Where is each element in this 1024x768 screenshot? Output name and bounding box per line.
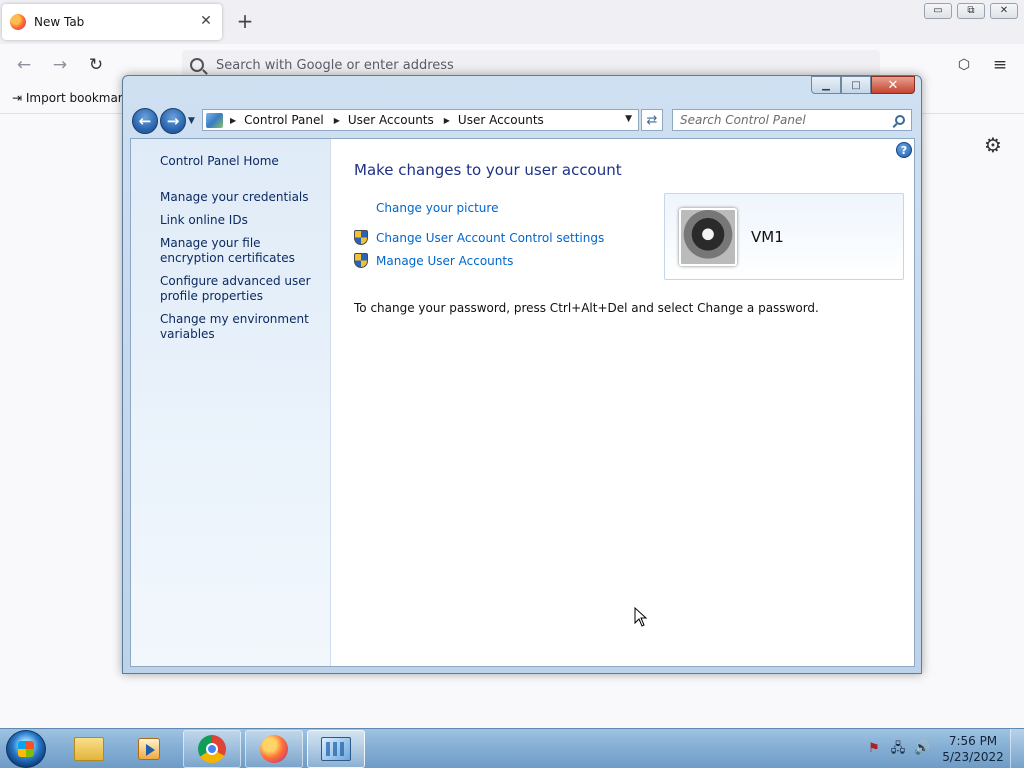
taskbar-chrome[interactable] <box>183 730 241 768</box>
change-uac-label[interactable]: Change User Account Control settings <box>376 231 604 245</box>
settings-gear-icon[interactable]: ⚙ <box>982 133 1004 157</box>
close-tab-icon[interactable]: ✕ <box>198 13 214 29</box>
action-center-flag-icon[interactable]: ⚑ <box>866 741 882 757</box>
password-info-text: To change your password, press Ctrl+Alt+… <box>354 301 819 315</box>
browser-close-button[interactable]: ✕ <box>990 3 1018 19</box>
search-box[interactable] <box>672 109 912 131</box>
uac-shield-icon <box>354 230 368 245</box>
sidebar-item-environment-variables[interactable]: Change my environment variables <box>160 312 325 342</box>
back-button[interactable]: ← <box>132 108 158 134</box>
search-input[interactable] <box>673 110 883 130</box>
show-desktop-button[interactable] <box>1010 729 1024 768</box>
chrome-icon <box>198 735 226 763</box>
import-bookmarks-link[interactable]: ⇥ Import bookmark <box>12 91 130 105</box>
browser-restore-button[interactable]: ⧉ <box>957 3 985 19</box>
page-title: Make changes to your user account <box>354 161 622 179</box>
address-bar[interactable]: ▶ Control Panel ▶ User Accounts ▶ User A… <box>202 109 639 131</box>
control-panel-window: ▁ □ ✕ ← → ▼ ▶ Control Panel ▶ User Accou… <box>122 75 922 674</box>
taskbar-windows-explorer[interactable] <box>60 730 118 768</box>
sidebar-item-control-panel-home[interactable]: Control Panel Home <box>160 154 325 169</box>
tab-title: New Tab <box>34 15 85 29</box>
browser-tab[interactable]: New Tab ✕ <box>2 4 222 40</box>
manage-user-accounts-link[interactable]: Manage User Accounts <box>354 253 513 268</box>
refresh-icon[interactable]: ⇄ <box>641 109 663 131</box>
firefox-favicon-icon <box>10 14 26 30</box>
volume-icon[interactable]: 🔊 <box>914 741 930 757</box>
start-button[interactable] <box>6 730 46 768</box>
new-tab-button[interactable]: + <box>234 10 256 32</box>
windows-logo-icon <box>18 741 34 757</box>
breadcrumb-user-accounts-current[interactable]: User Accounts <box>458 113 544 127</box>
search-icon[interactable] <box>895 115 905 125</box>
taskbar-firefox[interactable] <box>245 730 303 768</box>
close-button[interactable]: ✕ <box>871 76 915 94</box>
firefox-icon <box>260 735 288 763</box>
user-name: VM1 <box>751 228 784 246</box>
change-picture-link[interactable]: Change your picture <box>354 201 498 215</box>
help-icon[interactable]: ? <box>896 142 912 158</box>
browser-tab-bar: New Tab ✕ + ▭ ⧉ ✕ <box>0 0 1024 44</box>
control-panel-icon <box>206 112 223 128</box>
taskbar-control-panel[interactable] <box>307 730 365 768</box>
menu-icon[interactable]: ≡ <box>989 54 1011 76</box>
forward-button[interactable]: → <box>160 108 186 134</box>
reload-icon[interactable]: ↻ <box>85 54 107 76</box>
change-uac-settings-link[interactable]: Change User Account Control settings <box>354 230 604 245</box>
breadcrumb-separator-icon[interactable]: ▶ <box>334 116 340 125</box>
window-caption-buttons: ▁ □ ✕ <box>811 76 915 94</box>
control-panel-icon <box>321 737 351 761</box>
pocket-icon[interactable]: ⬡ <box>953 54 975 76</box>
taskbar: ⚑ 🖧 🔊 7:56 PM 5/23/2022 <box>0 728 1024 768</box>
clock-date: 5/23/2022 <box>942 750 1004 764</box>
breadcrumb-control-panel[interactable]: Control Panel <box>244 113 324 127</box>
change-picture-label[interactable]: Change your picture <box>376 201 498 215</box>
network-icon[interactable]: 🖧 <box>890 741 906 757</box>
user-account-card: VM1 <box>664 193 904 280</box>
clock-time: 7:56 PM <box>948 734 998 748</box>
main-panel: ? Make changes to your user account Chan… <box>331 139 914 666</box>
sidebar-item-manage-credentials[interactable]: Manage your credentials <box>160 190 325 205</box>
breadcrumb-separator-icon[interactable]: ▶ <box>444 116 450 125</box>
taskbar-media-player[interactable] <box>120 730 178 768</box>
folder-icon <box>74 737 104 761</box>
user-picture-avatar <box>679 208 737 266</box>
task-sidebar: Control Panel Home Manage your credentia… <box>131 139 331 666</box>
maximize-button[interactable]: □ <box>841 76 871 94</box>
back-arrow-icon[interactable]: ← <box>13 54 35 76</box>
url-placeholder[interactable]: Search with Google or enter address <box>216 58 454 73</box>
import-bookmarks-label: Import bookmark <box>25 91 130 105</box>
media-player-icon <box>138 738 160 760</box>
breadcrumb-user-accounts[interactable]: User Accounts <box>348 113 434 127</box>
sidebar-item-advanced-profile[interactable]: Configure advanced user profile properti… <box>160 274 325 304</box>
search-icon <box>190 58 204 72</box>
uac-shield-icon <box>354 253 368 268</box>
forward-arrow-icon[interactable]: → <box>49 54 71 76</box>
breadcrumb-separator-icon[interactable]: ▶ <box>230 116 236 125</box>
sidebar-item-file-encryption[interactable]: Manage your file encryption certificates <box>160 236 325 266</box>
browser-minimize-button[interactable]: ▭ <box>924 3 952 19</box>
address-dropdown-icon[interactable]: ▼ <box>625 114 632 124</box>
sidebar-item-link-online-ids[interactable]: Link online IDs <box>160 213 325 228</box>
window-content: Control Panel Home Manage your credentia… <box>130 138 915 667</box>
minimize-button[interactable]: ▁ <box>811 76 841 94</box>
recent-pages-dropdown[interactable]: ▼ <box>188 116 195 126</box>
clock[interactable]: 7:56 PM 5/23/2022 <box>940 733 1006 765</box>
manage-user-accounts-label[interactable]: Manage User Accounts <box>376 254 513 268</box>
